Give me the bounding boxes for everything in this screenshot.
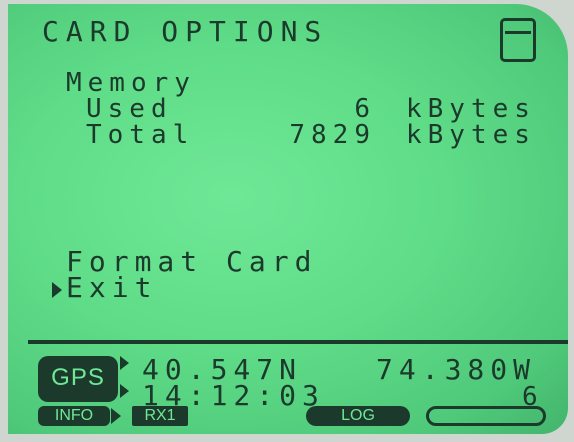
total-value: 7829 — [289, 120, 376, 150]
longitude-readout: 74.380W — [376, 353, 537, 386]
used-unit: kBytes — [406, 94, 536, 124]
used-value: 6 — [354, 94, 376, 124]
total-unit: kBytes — [406, 120, 536, 150]
gps-arrow-icon — [120, 356, 129, 370]
info-arrow-icon — [111, 408, 121, 424]
sd-card-icon — [500, 18, 536, 62]
menu-item-exit[interactable]: Exit — [66, 274, 157, 302]
info-label: INFO — [54, 407, 94, 424]
status-divider — [28, 340, 568, 344]
menu-cursor-icon — [52, 282, 62, 298]
lcd-screen: CARD OPTIONS Memory Used 6 kBytes Total … — [8, 4, 568, 434]
info-badge[interactable]: INFO — [38, 406, 110, 426]
rx-badge: RX1 — [132, 406, 188, 426]
log-badge: LOG — [306, 406, 410, 426]
gps-badge: GPS — [38, 356, 118, 402]
log-progress-bar — [426, 406, 546, 426]
device-frame: CARD OPTIONS Memory Used 6 kBytes Total … — [0, 0, 574, 442]
used-label: Used — [86, 94, 173, 124]
memory-label: Memory — [66, 68, 196, 98]
screen-title: CARD OPTIONS — [42, 15, 329, 48]
rx-label: RX1 — [144, 407, 176, 424]
log-label: LOG — [341, 407, 375, 424]
total-label: Total — [86, 120, 195, 150]
gps-arrow-icon — [120, 384, 129, 398]
gps-label: GPS — [51, 364, 105, 391]
